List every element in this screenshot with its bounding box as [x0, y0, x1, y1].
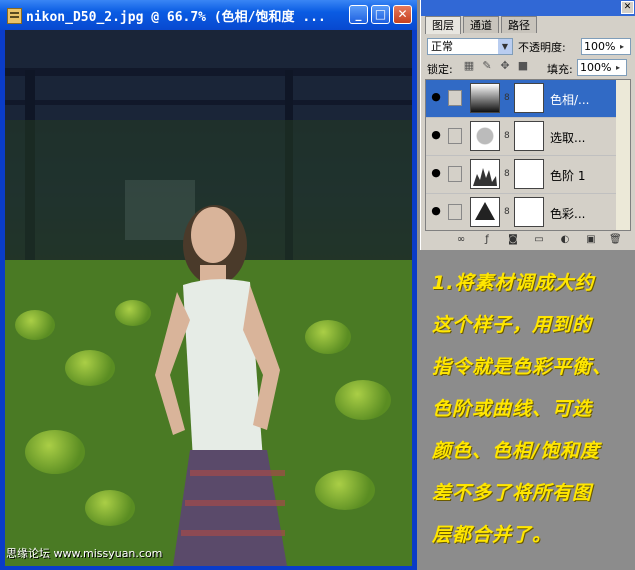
blend-mode-select[interactable]: 正常 ▼ — [427, 38, 513, 55]
close-icon: ✕ — [397, 7, 408, 21]
layer-link-box[interactable] — [448, 204, 462, 220]
opacity-label: 不透明度: — [518, 41, 566, 54]
new-group-icon[interactable]: ▭ — [533, 234, 545, 245]
leaf-cluster — [305, 320, 351, 354]
chain-icon[interactable]: 8 — [504, 167, 512, 181]
fill-input[interactable]: 100% ▸ — [577, 59, 627, 76]
lock-all-icon[interactable]: ■ — [517, 60, 529, 72]
blend-mode-value: 正常 — [431, 40, 453, 53]
layer-row[interactable]: ● 8 色相/... — [426, 80, 630, 118]
tab-layers[interactable]: 图层 — [425, 16, 461, 34]
new-layer-icon[interactable]: ▣ — [585, 234, 597, 245]
opacity-input[interactable]: 100% ▸ — [581, 38, 631, 55]
selective-color-icon — [470, 121, 500, 151]
layer-name: 色相/... — [550, 93, 590, 107]
trash-icon[interactable]: 🗑 — [609, 234, 622, 245]
annotation-line: 这个样子，用到的 — [432, 314, 593, 336]
layers-list: ● 8 色相/... ● 8 选取... ● 8 色阶 1 ● 8 色彩... — [425, 79, 631, 231]
photo-canvas[interactable] — [5, 30, 412, 566]
layers-scrollbar[interactable] — [616, 80, 630, 230]
annotation-line: 色阶或曲线、可选 — [432, 398, 593, 420]
lock-move-icon[interactable]: ✥ — [499, 60, 511, 72]
annotation-line: 1.将素材调成大约 — [432, 272, 595, 294]
color-balance-icon — [470, 197, 500, 227]
layer-name: 色彩... — [550, 207, 586, 221]
watermark-text: 思缘论坛 www.missyuan.com — [6, 547, 163, 560]
minimize-button[interactable]: _ — [349, 5, 368, 24]
eye-icon[interactable]: ● — [429, 91, 443, 103]
blend-row: 正常 ▼ 不透明度: 100% ▸ — [425, 36, 631, 58]
layer-mask-thumbnail[interactable] — [514, 83, 544, 113]
link-layers-icon[interactable]: ∞ — [455, 234, 467, 245]
leaf-cluster — [335, 380, 391, 420]
layers-footer: ∞ ƒ ◙ ▭ ◐ ▣ 🗑 — [425, 232, 631, 247]
layer-link-box[interactable] — [448, 128, 462, 144]
tab-channels[interactable]: 通道 — [463, 16, 499, 33]
chevron-down-icon: ▼ — [498, 39, 512, 54]
eye-icon[interactable]: ● — [429, 167, 443, 179]
leaf-cluster — [115, 300, 151, 326]
layer-mask-thumbnail[interactable] — [514, 159, 544, 189]
layers-panel: ✕ 图层 通道 路径 正常 ▼ 不透明度: 100% ▸ 锁定: ▦ ✎ ✥ ■… — [420, 0, 635, 250]
layer-link-box[interactable] — [448, 90, 462, 106]
lock-label: 锁定: — [427, 63, 453, 76]
leaf-cluster — [315, 470, 375, 510]
flyout-arrow-icon[interactable]: ▸ — [620, 39, 630, 54]
lock-brush-icon[interactable]: ✎ — [481, 60, 493, 72]
layer-name: 选取... — [550, 131, 586, 145]
annotation-line: 层都合并了。 — [432, 524, 553, 546]
layer-name: 色阶 1 — [550, 169, 586, 183]
chain-icon[interactable]: 8 — [504, 129, 512, 143]
eye-icon[interactable]: ● — [429, 129, 443, 141]
maximize-icon: □ — [374, 7, 387, 21]
layer-row[interactable]: ● 8 色彩... — [426, 194, 630, 230]
tab-paths[interactable]: 路径 — [501, 16, 537, 33]
panel-close-button[interactable]: ✕ — [621, 1, 634, 14]
layer-mask-thumbnail[interactable] — [514, 197, 544, 227]
image-window-title: nikon_D50_2.jpg @ 66.7% (色相/饱和度 ... — [26, 10, 326, 25]
hue-saturation-icon — [470, 83, 500, 113]
panel-titlebar[interactable]: ✕ — [421, 0, 635, 16]
opacity-value: 100% — [584, 40, 616, 53]
adjustment-layer-icon[interactable]: ◐ — [559, 234, 571, 245]
leaf-cluster — [85, 490, 135, 526]
add-mask-icon[interactable]: ◙ — [507, 234, 519, 245]
fill-value: 100% — [580, 61, 612, 74]
annotation-line: 颜色、色相/饱和度 — [432, 440, 600, 462]
chain-icon[interactable]: 8 — [504, 205, 512, 219]
layer-row[interactable]: ● 8 色阶 1 — [426, 156, 630, 194]
layer-link-box[interactable] — [448, 166, 462, 182]
maximize-button[interactable]: □ — [371, 5, 390, 24]
image-window: nikon_D50_2.jpg @ 66.7% (色相/饱和度 ... _ □ … — [0, 0, 417, 570]
fill-label: 填充: — [547, 63, 573, 76]
flyout-arrow-icon[interactable]: ▸ — [616, 60, 626, 75]
layer-mask-thumbnail[interactable] — [514, 121, 544, 151]
levels-histogram — [473, 168, 497, 186]
leaf-cluster — [15, 310, 55, 340]
balance-glyph — [475, 202, 495, 220]
lock-transparent-icon[interactable]: ▦ — [463, 60, 475, 72]
eye-icon[interactable]: ● — [429, 205, 443, 217]
image-window-titlebar[interactable]: nikon_D50_2.jpg @ 66.7% (色相/饱和度 ... _ □ … — [0, 0, 417, 30]
leaf-cluster — [65, 350, 115, 386]
layer-row[interactable]: ● 8 选取... — [426, 118, 630, 156]
layer-style-icon[interactable]: ƒ — [481, 234, 493, 245]
leaf-cluster — [25, 430, 85, 474]
chain-icon[interactable]: 8 — [504, 91, 512, 105]
levels-icon — [470, 159, 500, 189]
annotation-line: 指令就是色彩平衡、 — [432, 356, 613, 378]
close-button[interactable]: ✕ — [393, 5, 412, 24]
minimize-icon: _ — [355, 7, 362, 21]
document-icon — [7, 8, 22, 24]
annotation-line: 差不多了将所有图 — [432, 482, 593, 504]
